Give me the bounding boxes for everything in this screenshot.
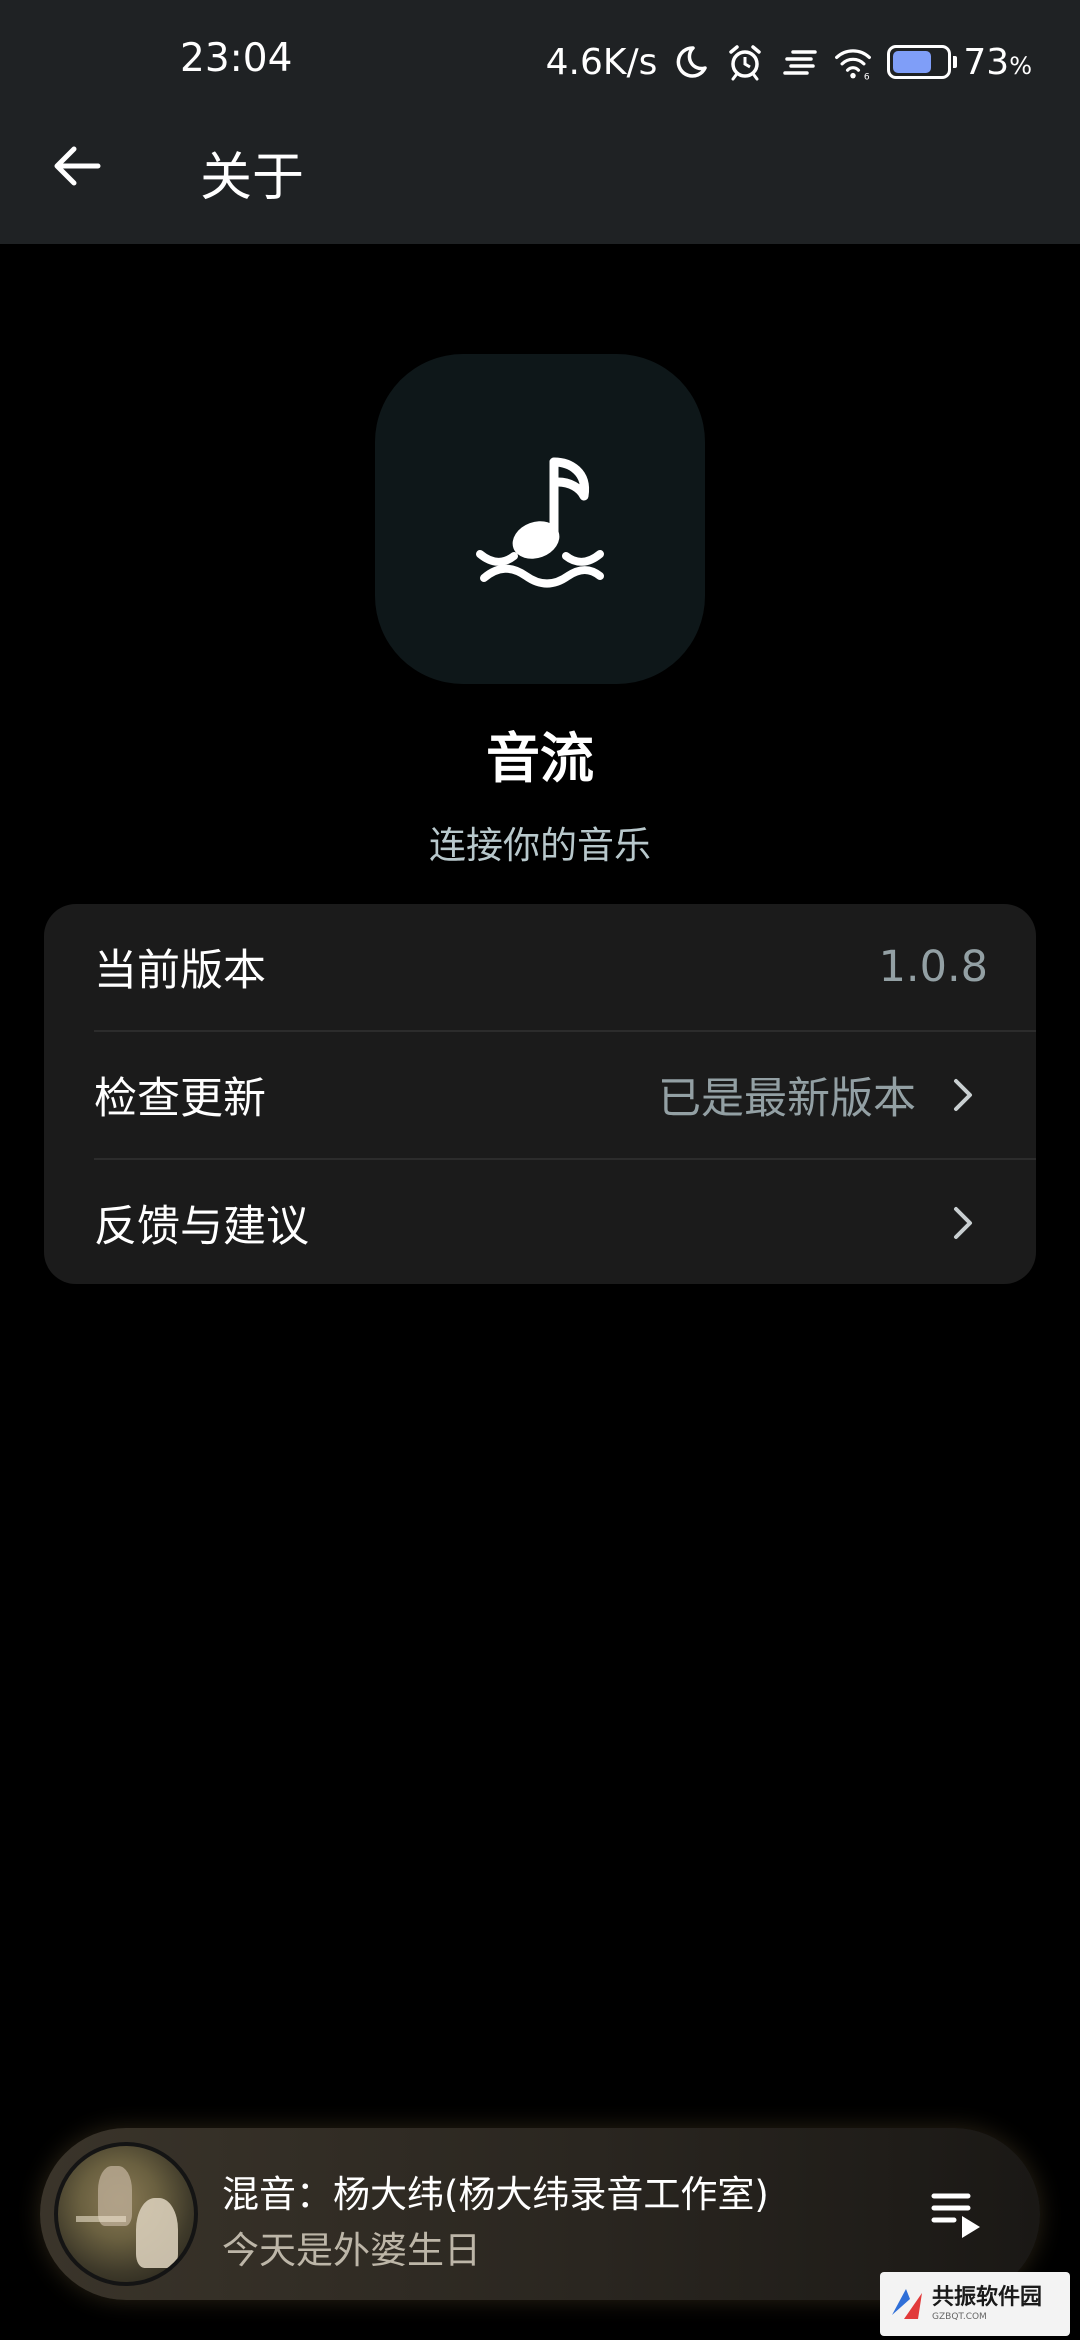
album-cover[interactable] xyxy=(54,2142,198,2286)
battery-icon: 73% xyxy=(887,42,1032,83)
battery-fill xyxy=(893,51,932,73)
watermark: 共振软件园 GZBQT.COM xyxy=(880,2272,1070,2336)
chevron-right-icon xyxy=(954,1079,972,1111)
app-slogan: 连接你的音乐 xyxy=(429,824,651,867)
header: 23:04 4.6K/s 6 73% 关于 xyxy=(0,0,1080,244)
alarm-icon xyxy=(729,45,762,81)
arrow-left-icon xyxy=(54,146,101,186)
app-logo xyxy=(375,354,705,684)
feedback-label: 反馈与建议 xyxy=(94,1202,309,1252)
network-speed: 4.6K/s xyxy=(545,41,658,83)
playlist-play-icon[interactable] xyxy=(930,2186,986,2242)
settings-card: 当前版本 1.0.8 检查更新 已是最新版本 反馈与建议 xyxy=(44,904,1036,1284)
signal-icon xyxy=(783,50,818,75)
back-button[interactable] xyxy=(46,140,108,192)
page-title: 关于 xyxy=(200,148,305,208)
feedback-row[interactable]: 反馈与建议 xyxy=(44,1160,1036,1284)
track-subtitle: 今天是外婆生日 xyxy=(222,2229,481,2272)
watermark-logo-icon xyxy=(892,2289,922,2319)
version-label: 当前版本 xyxy=(94,946,266,996)
svg-text:6: 6 xyxy=(864,72,870,82)
battery-percent: 73% xyxy=(963,41,1032,83)
watermark-text: 共振软件园 xyxy=(932,2285,1043,2310)
track-title: 混音：杨大纬(杨大纬录音工作室) xyxy=(222,2173,769,2216)
chevron-right-icon xyxy=(954,1207,972,1239)
version-value: 1.0.8 xyxy=(878,942,988,992)
moon-icon xyxy=(677,46,708,78)
app-name: 音流 xyxy=(486,727,594,790)
check-update-label: 检查更新 xyxy=(94,1074,266,1124)
update-status: 已是最新版本 xyxy=(658,1074,916,1124)
music-note-waves-icon xyxy=(476,457,604,588)
status-bar: 23:04 4.6K/s 6 73% xyxy=(0,0,1080,126)
status-indicators: 4.6K/s 6 73% xyxy=(546,36,1032,88)
version-row: 当前版本 1.0.8 xyxy=(44,904,1036,1030)
watermark-url: GZBQT.COM xyxy=(932,2312,987,2322)
wifi-icon: 6 xyxy=(835,49,872,82)
status-time: 23:04 xyxy=(180,36,293,81)
check-update-row[interactable]: 检查更新 已是最新版本 xyxy=(44,1032,1036,1158)
